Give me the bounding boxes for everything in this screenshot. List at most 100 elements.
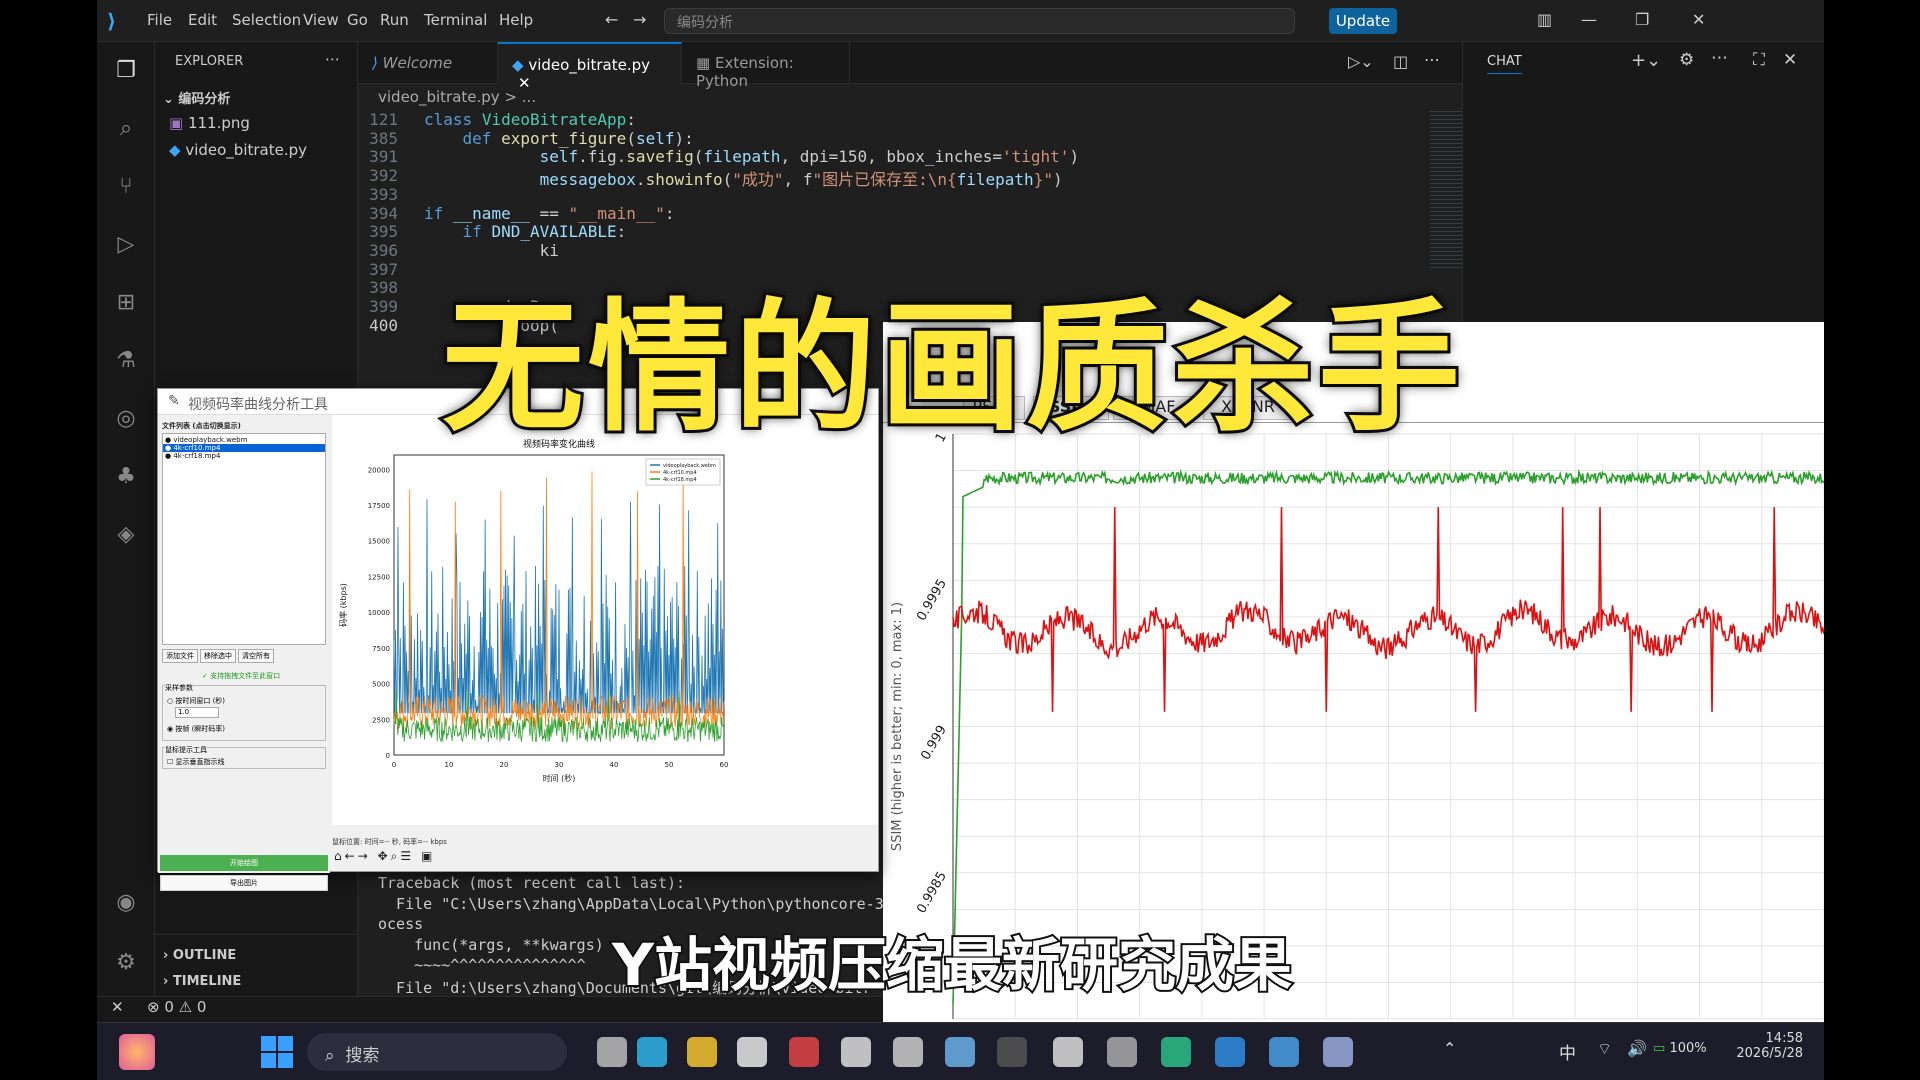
y-axis-label: SSIM (higher is better; min: 0, max: 1): [890, 602, 905, 851]
graph-icon[interactable]: ♣: [111, 462, 141, 492]
chat-settings-icon[interactable]: ⚙: [1679, 50, 1694, 70]
tool-button-2[interactable]: 清空所有: [238, 649, 274, 663]
ffmpeg-app-icon[interactable]: [1053, 1037, 1083, 1067]
export-image-button[interactable]: 导出图片: [160, 875, 328, 891]
tool-button-0[interactable]: 添加文件: [162, 649, 198, 663]
ime-indicator[interactable]: 中: [1559, 1039, 1576, 1064]
breadcrumb[interactable]: video_bitrate.py > ...: [378, 88, 536, 106]
command-center[interactable]: 编码分析: [664, 8, 1295, 34]
chat-more-icon[interactable]: ⋯: [1711, 48, 1728, 68]
obs-icon[interactable]: [893, 1037, 923, 1067]
close-chat-icon[interactable]: ✕: [1783, 50, 1797, 70]
tool-left-panel: 文件列表 (点击切换显示) ● videoplayback.webm ● 4k-c…: [158, 415, 330, 891]
file-listbox[interactable]: ● videoplayback.webm ● 4k-crf10.mp4 ● 4k-c…: [162, 433, 326, 645]
menu-view[interactable]: View: [303, 11, 339, 29]
code-line[interactable]: 392 messagebox.showinfo("成功", f"图片已保存至:\…: [358, 166, 1418, 189]
extension-icon: ▦: [696, 54, 711, 72]
volume-icon[interactable]: 🔊: [1627, 1039, 1647, 1058]
file-list-item[interactable]: ● 4k-crf18.mp4: [163, 452, 325, 460]
tab-extension-python[interactable]: ▦ Extension: Python: [682, 42, 850, 90]
menu-edit[interactable]: Edit: [188, 11, 217, 29]
window-size-input[interactable]: 1.0: [175, 707, 219, 718]
radio-per-frame[interactable]: ◉ 按帧 (瞬时码率): [167, 724, 225, 734]
tool-button-1[interactable]: 移除选中: [200, 649, 236, 663]
more-icon[interactable]: ⋯: [1424, 50, 1440, 69]
extensions-icon[interactable]: ⊞: [111, 288, 141, 318]
menu-file[interactable]: File: [147, 11, 172, 29]
remote-icon[interactable]: ✕: [111, 998, 124, 1016]
store-icon[interactable]: [737, 1037, 767, 1067]
clock[interactable]: 14:58 2026/5/28: [1733, 1031, 1803, 1061]
menu-terminal[interactable]: Terminal: [424, 11, 487, 29]
show-line-checkbox[interactable]: ☐ 显示垂直指示线: [167, 757, 225, 767]
bitrate-chart[interactable]: 视频码率变化曲线0 10 20 30 40 50 600250050007500100001…: [332, 415, 878, 825]
terminal-line: ~~~~^^^^^^^^^^^^^^^: [378, 956, 586, 974]
wifi-icon[interactable]: ⌔: [1597, 1039, 1612, 1059]
run-file-icon[interactable]: ▷⌄: [1348, 52, 1374, 71]
settings-gear-icon[interactable]: ⚙: [111, 948, 141, 978]
close-icon[interactable]: ✕: [1692, 10, 1705, 29]
start-plot-button[interactable]: 开始绘图: [160, 855, 328, 871]
outline-section[interactable]: › OUTLINE: [163, 948, 236, 963]
battery-indicator[interactable]: ▭ 100%: [1653, 1041, 1707, 1056]
file-py[interactable]: ◆ video_bitrate.py: [169, 141, 307, 159]
widgets-icon[interactable]: [119, 1034, 155, 1070]
radio-time-window[interactable]: ○ 按时间窗口 (秒): [167, 696, 225, 706]
testing-icon[interactable]: ⚗: [111, 346, 141, 376]
file-list-item[interactable]: ● videoplayback.webm: [163, 436, 325, 444]
source-control-icon[interactable]: ⑂: [111, 172, 141, 202]
layout-icon[interactable]: ▥: [1537, 10, 1552, 29]
feather-app-icon[interactable]: [1323, 1037, 1353, 1067]
terminal-icon[interactable]: [997, 1037, 1027, 1067]
menu-selection[interactable]: Selection: [232, 11, 301, 29]
file-png[interactable]: ▣ 111.png: [169, 114, 250, 132]
tab-welcome[interactable]: ⟩ Welcome: [358, 42, 498, 84]
maximize-icon[interactable]: ⛶: [1753, 50, 1765, 70]
account-icon[interactable]: ◉: [111, 888, 141, 918]
file-buttons: 添加文件 移除选中 清空所有: [162, 649, 326, 665]
compare-icon[interactable]: [1107, 1037, 1137, 1067]
code-line[interactable]: 395 if DND_AVAILABLE:: [358, 222, 1418, 241]
tab-video-bitrate[interactable]: ◆ video_bitrate.py ✕: [498, 42, 682, 92]
vscode-taskbar-icon[interactable]: [1215, 1037, 1245, 1067]
code-text: self.fig.savefig(filepath, dpi=150, bbox…: [539, 147, 1080, 167]
app-blue-icon[interactable]: [841, 1037, 871, 1067]
problems-indicator[interactable]: ⊗ 0 ⚠ 0: [147, 998, 206, 1016]
minimize-icon[interactable]: —: [1581, 10, 1597, 29]
file-list-item[interactable]: ● 4k-crf10.mp4: [163, 444, 325, 452]
more-actions-icon[interactable]: ⋯: [325, 50, 340, 68]
split-editor-icon[interactable]: ◫: [1393, 52, 1408, 71]
restore-icon[interactable]: ❐: [1635, 10, 1649, 29]
taskbar-search[interactable]: ⌕ 搜索: [307, 1033, 567, 1071]
notepad-icon[interactable]: [945, 1037, 975, 1067]
folder-root[interactable]: ⌄ 编码分析: [163, 88, 230, 107]
code-line[interactable]: 385 def export_figure(self):: [358, 129, 1418, 148]
copilot-icon[interactable]: ◎: [111, 404, 141, 434]
menu-go[interactable]: Go: [347, 11, 368, 29]
matplotlib-toolbar[interactable]: ⌂←→ ✥⌕☰ ▣: [334, 849, 435, 864]
new-chat-icon[interactable]: +⌄: [1631, 50, 1661, 71]
menu-run[interactable]: Run: [380, 11, 409, 29]
search-icon[interactable]: ⌕: [111, 114, 141, 144]
run-debug-icon[interactable]: ▷: [111, 230, 141, 260]
explorer-icon[interactable]: ❐: [111, 56, 141, 86]
code-line[interactable]: 393: [358, 185, 1418, 204]
tray-chevron-icon[interactable]: ⌃: [1443, 1039, 1456, 1058]
green-app-icon[interactable]: [1161, 1037, 1191, 1067]
python-icon[interactable]: ◈: [111, 520, 141, 550]
task-view-icon[interactable]: [597, 1037, 627, 1067]
forward-icon[interactable]: →: [633, 10, 646, 29]
code-line[interactable]: 394 if __name__ == "__main__":: [358, 204, 1418, 223]
file-explorer-icon[interactable]: [687, 1037, 717, 1067]
code-line[interactable]: 121 class VideoBitrateApp:: [358, 110, 1418, 129]
edge-icon[interactable]: [637, 1037, 667, 1067]
update-button[interactable]: Update: [1329, 8, 1397, 34]
back-icon[interactable]: ←: [605, 10, 618, 29]
code-line[interactable]: 391 self.fig.savefig(filepath, dpi=150, …: [358, 147, 1418, 166]
start-icon[interactable]: [261, 1036, 293, 1068]
photos-icon[interactable]: [1269, 1037, 1299, 1067]
battery-icon: ▭: [1653, 1041, 1666, 1056]
app-red-icon[interactable]: [789, 1037, 819, 1067]
timeline-section[interactable]: › TIMELINE: [163, 974, 241, 989]
menu-help[interactable]: Help: [499, 11, 533, 29]
